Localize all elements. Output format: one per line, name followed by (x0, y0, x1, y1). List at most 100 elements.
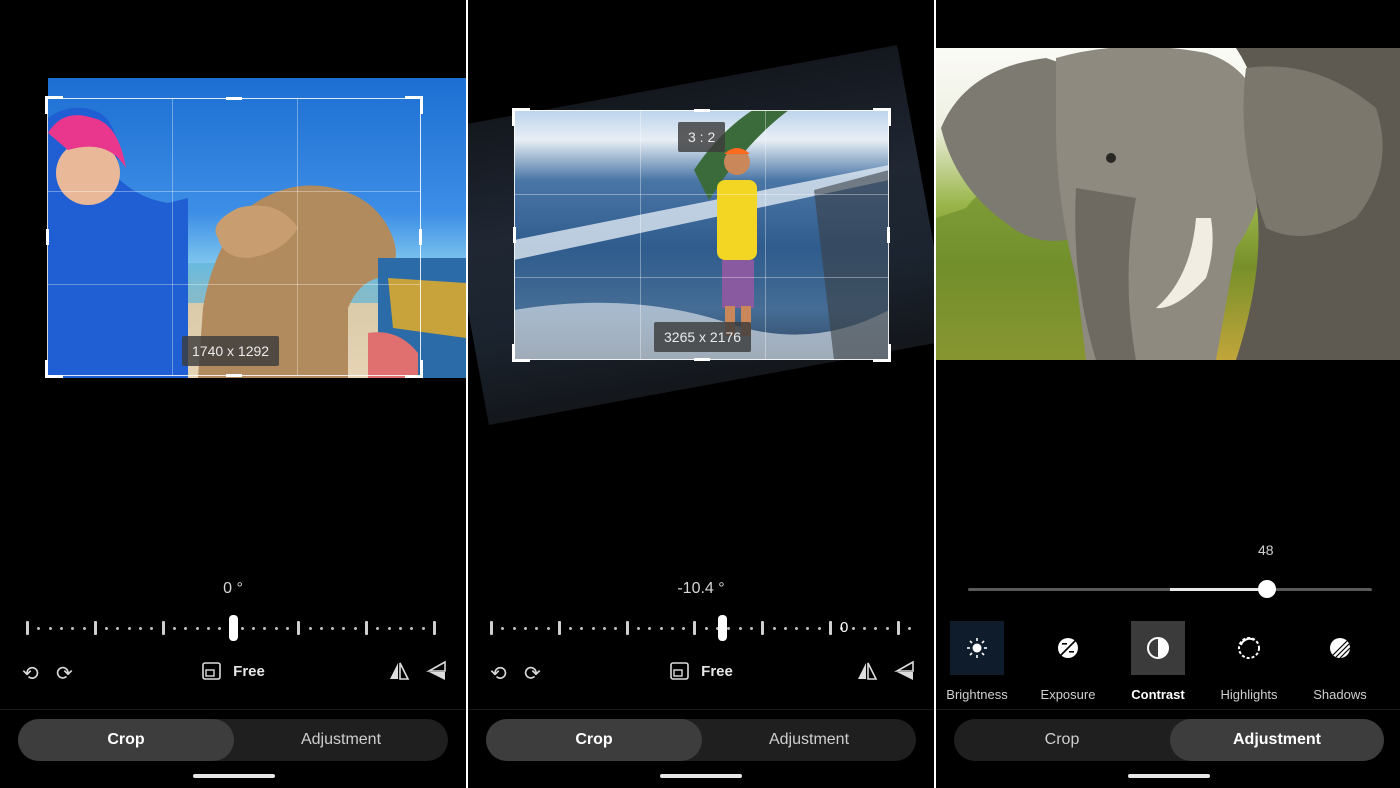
tab-crop[interactable]: Crop (486, 719, 702, 761)
crop-corner-handle[interactable] (512, 108, 530, 126)
crop-edge-handle[interactable] (46, 229, 49, 245)
crop-edge-handle[interactable] (693, 358, 710, 361)
adjustment-tool-label: Shadows (1313, 687, 1367, 702)
rotation-angle-readout: 0 ° (223, 580, 243, 597)
photo-elephant (936, 48, 1400, 360)
tab-adjustment[interactable]: Adjustment (234, 719, 448, 761)
contrast-icon (1131, 621, 1185, 675)
adjustment-slider-thumb[interactable] (1257, 580, 1276, 598)
crop-corner-handle[interactable] (873, 344, 891, 362)
ruler-minor-tick (614, 627, 618, 630)
ruler-minor-tick (512, 627, 516, 630)
tab-adjustment[interactable]: Adjustment (1170, 719, 1384, 761)
crop-corner-handle[interactable] (405, 360, 423, 378)
ruler-minor-tick (387, 627, 391, 630)
crop-dimensions-label: 3265 x 2176 (654, 322, 752, 352)
ruler-minor-tick (817, 627, 821, 630)
crop-corner-handle[interactable] (45, 96, 63, 114)
crop-corner-handle[interactable] (45, 360, 63, 378)
home-indicator (1128, 774, 1210, 778)
ruler-minor-tick (263, 627, 267, 630)
crop-edge-handle[interactable] (693, 109, 710, 112)
aspect-ratio-icon (670, 662, 689, 680)
aspect-ratio-label: Free (701, 662, 733, 680)
rotation-knob[interactable] (718, 615, 727, 641)
adjustment-tool-brightness[interactable]: Brightness (936, 621, 1019, 702)
ruler-minor-tick (806, 627, 810, 630)
shadows-icon (1313, 621, 1367, 675)
crop-edge-handle[interactable] (226, 97, 242, 100)
ruler-minor-tick (127, 627, 131, 630)
ruler-major-tick (161, 621, 165, 635)
rotation-ruler[interactable]: 0 (488, 613, 916, 643)
adjustment-tool-exposure[interactable]: Exposure (1026, 621, 1110, 702)
ruler-minor-tick (874, 627, 878, 630)
ruler-minor-tick (862, 627, 866, 630)
tab-crop[interactable]: Crop (954, 719, 1170, 761)
crop-edge-handle[interactable] (419, 229, 422, 245)
crop-edge-handle[interactable] (226, 374, 242, 377)
adjustment-tool-label: Exposure (1040, 687, 1096, 702)
ruler-minor-tick (59, 627, 63, 630)
ruler-major-tick (557, 621, 561, 635)
flip-horizontal-icon[interactable] (388, 660, 410, 690)
slider-value-readout: 48 (1258, 542, 1274, 558)
home-indicator (660, 774, 742, 778)
ruler-major-tick (26, 621, 29, 635)
crop-corner-handle[interactable] (512, 344, 530, 362)
aspect-ratio-badge: 3 : 2 (678, 122, 726, 152)
aspect-ratio-icon (202, 662, 221, 680)
rotation-knob[interactable] (229, 615, 238, 641)
adjustment-tool-highlights[interactable]: Highlights (1207, 621, 1291, 702)
crop-corner-handle[interactable] (405, 96, 423, 114)
tab-adjustment[interactable]: Adjustment (702, 719, 916, 761)
ruler-minor-tick (139, 627, 142, 630)
flip-vertical-icon[interactable] (425, 660, 448, 690)
ruler-minor-tick (252, 627, 255, 630)
ruler-minor-tick (331, 627, 335, 630)
ruler-minor-tick (240, 627, 244, 630)
adjustment-tool-contrast[interactable]: Contrast (1116, 621, 1200, 702)
mode-segmented-control: Crop Adjustment (954, 719, 1384, 761)
flip-horizontal-icon[interactable] (856, 660, 878, 690)
ruler-minor-tick (851, 627, 855, 630)
ruler-minor-tick (648, 627, 652, 630)
adjustment-slider-fill (1170, 588, 1267, 591)
adjustment-tool-label: Highlights (1220, 687, 1278, 702)
crop-frame[interactable] (45, 96, 423, 378)
aspect-ratio-button[interactable]: Free (201, 660, 265, 682)
ruler-minor-tick (727, 627, 731, 630)
ruler-major-tick (432, 621, 436, 635)
ruler-minor-tick (535, 627, 539, 630)
crop-tool-row: ⟲ ⟳ Free (0, 658, 466, 690)
ruler-minor-tick (795, 627, 799, 630)
aspect-ratio-label: Free (233, 662, 265, 680)
adjustment-tool-label: Brightness (946, 687, 1008, 702)
ruler-minor-tick (523, 627, 527, 630)
mode-segmented-control: Crop Adjustment (486, 719, 916, 761)
crop-corner-handle[interactable] (873, 108, 891, 126)
ruler-minor-tick (636, 627, 640, 630)
adjustment-tool-shadows[interactable]: Shadows (1298, 621, 1382, 702)
rotation-ruler[interactable] (24, 613, 444, 643)
ruler-minor-tick (150, 627, 154, 630)
ruler-minor-tick (206, 627, 210, 630)
ruler-minor-tick (410, 627, 414, 630)
crop-edge-handle[interactable] (887, 227, 890, 243)
crop-tool-row: ⟲ ⟳ Free (468, 658, 934, 690)
ruler-minor-tick (659, 627, 663, 630)
ruler-minor-tick (319, 627, 323, 630)
ruler-minor-tick (342, 627, 346, 630)
ruler-major-tick (761, 621, 765, 635)
tab-crop[interactable]: Crop (18, 719, 234, 761)
aspect-ratio-button[interactable]: Free (669, 660, 733, 682)
ruler-minor-tick (591, 627, 595, 630)
ruler-minor-tick (37, 627, 41, 630)
ruler-major-tick (896, 621, 900, 635)
ruler-minor-tick (908, 627, 912, 630)
ruler-minor-tick (353, 627, 357, 630)
ruler-minor-tick (48, 627, 52, 630)
crop-edge-handle[interactable] (513, 227, 516, 243)
highlights-icon (1222, 621, 1276, 675)
flip-vertical-icon[interactable] (893, 660, 916, 690)
